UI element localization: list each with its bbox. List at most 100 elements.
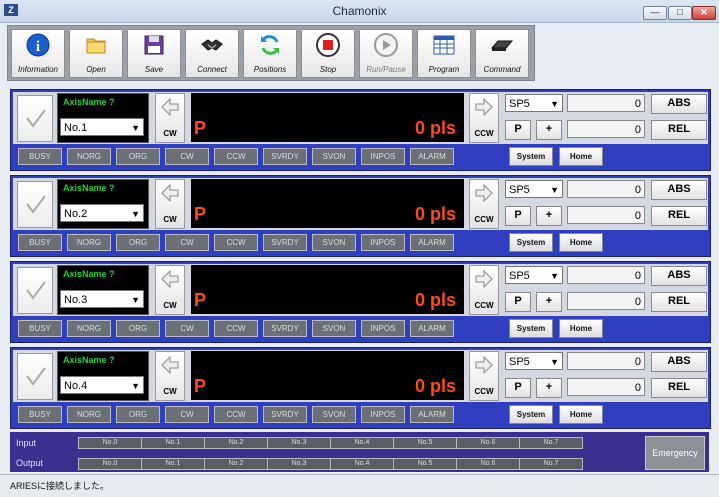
rel-value-field[interactable]: 0 [567, 378, 645, 396]
axis-select[interactable]: No.1 ▼ [60, 118, 144, 136]
status-flag: ORG [116, 406, 160, 423]
run-pause-label: Run/Pause [366, 65, 406, 74]
output-toggle[interactable]: No.0 [78, 458, 142, 470]
chevron-down-icon: ▼ [131, 123, 140, 133]
status-flag: CW [165, 406, 209, 423]
speed-select[interactable]: SP5 ▼ [505, 180, 563, 198]
svg-text:i: i [36, 39, 40, 55]
checkmark-icon [26, 367, 46, 386]
positions-button[interactable]: Positions [243, 29, 297, 78]
information-button[interactable]: i Information [11, 29, 65, 78]
p-button[interactable]: P [505, 292, 531, 312]
cw-button[interactable]: CW [155, 265, 185, 315]
axis-name-box: AxisName ? No.1 ▼ [57, 93, 149, 143]
axis-enable-checkbox[interactable] [17, 95, 53, 142]
chevron-down-icon: ▼ [550, 271, 559, 281]
axis-enable-checkbox[interactable] [17, 267, 53, 314]
axis-select[interactable]: No.3 ▼ [60, 290, 144, 308]
rel-button[interactable]: REL [651, 378, 707, 398]
speed-select[interactable]: SP5 ▼ [505, 266, 563, 284]
command-button[interactable]: Command [475, 29, 529, 78]
emergency-button[interactable]: Emergency [645, 436, 705, 470]
speed-value: SP5 [509, 184, 530, 196]
axis-select[interactable]: No.2 ▼ [60, 204, 144, 222]
output-toggle[interactable]: No.2 [204, 458, 268, 470]
stop-button[interactable]: Stop [301, 29, 355, 78]
arrow-right-icon [475, 184, 493, 202]
status-flag: BUSY [18, 320, 62, 337]
ccw-button[interactable]: CCW [469, 351, 499, 401]
axis-select[interactable]: No.4 ▼ [60, 376, 144, 394]
system-button[interactable]: System [509, 233, 553, 252]
output-toggle[interactable]: No.1 [141, 458, 205, 470]
rel-value-field[interactable]: 0 [567, 120, 645, 138]
abs-button[interactable]: ABS [651, 180, 707, 200]
rel-value-field[interactable]: 0 [567, 292, 645, 310]
system-button[interactable]: System [509, 405, 553, 424]
input-indicator: No.4 [330, 437, 394, 449]
io-panel: Input Output No.0 No.1 No.2 No.3 No.4 No.5 No.… [10, 432, 709, 472]
p-button[interactable]: P [505, 206, 531, 226]
abs-value-field[interactable]: 0 [567, 266, 645, 284]
plus-button[interactable]: + [536, 206, 562, 226]
speed-select[interactable]: SP5 ▼ [505, 94, 563, 112]
output-toggle[interactable]: No.4 [330, 458, 394, 470]
cw-button[interactable]: CW [155, 93, 185, 143]
status-flag: SVRDY [263, 148, 307, 165]
output-toggle[interactable]: No.5 [393, 458, 457, 470]
abs-value-field[interactable]: 0 [567, 352, 645, 370]
status-flag: CCW [214, 406, 258, 423]
rel-button[interactable]: REL [651, 292, 707, 312]
abs-button[interactable]: ABS [651, 266, 707, 286]
ccw-button[interactable]: CCW [469, 179, 499, 229]
system-button[interactable]: System [509, 147, 553, 166]
status-flag: INPOS [361, 406, 405, 423]
home-button[interactable]: Home [559, 233, 603, 252]
speed-select[interactable]: SP5 ▼ [505, 352, 563, 370]
rel-button[interactable]: REL [651, 120, 707, 140]
status-flag: ALARM [410, 406, 454, 423]
ccw-button[interactable]: CCW [469, 265, 499, 315]
axis-panel: AxisName ? No.4 ▼ CW P 0 pls CCW SP5 ▼ 0 A… [10, 347, 711, 429]
input-indicator: No.2 [204, 437, 268, 449]
ccw-button[interactable]: CCW [469, 93, 499, 143]
output-toggle[interactable]: No.3 [267, 458, 331, 470]
home-button[interactable]: Home [559, 147, 603, 166]
rel-button[interactable]: REL [651, 206, 707, 226]
p-button[interactable]: P [505, 378, 531, 398]
abs-value-field[interactable]: 0 [567, 180, 645, 198]
status-flag: ORG [116, 234, 160, 251]
cw-button[interactable]: CW [155, 351, 185, 401]
program-button[interactable]: Program [417, 29, 471, 78]
open-button[interactable]: Open [69, 29, 123, 78]
abs-button[interactable]: ABS [651, 94, 707, 114]
status-flag: NORG [67, 148, 111, 165]
information-label: Information [17, 65, 59, 74]
system-button[interactable]: System [509, 319, 553, 338]
cw-button[interactable]: CW [155, 179, 185, 229]
plus-button[interactable]: + [536, 292, 562, 312]
save-button[interactable]: Save [127, 29, 181, 78]
abs-button[interactable]: ABS [651, 352, 707, 372]
plus-button[interactable]: + [536, 120, 562, 140]
p-button[interactable]: P [505, 120, 531, 140]
close-button[interactable]: ✕ [692, 6, 716, 20]
connect-button[interactable]: Connect [185, 29, 239, 78]
plus-button[interactable]: + [536, 378, 562, 398]
handshake-icon [201, 39, 223, 51]
minimize-button[interactable]: — [643, 6, 667, 20]
connect-label: Connect [197, 65, 227, 74]
run-pause-button[interactable]: Run/Pause [359, 29, 413, 78]
axis-name: AxisName ? [63, 97, 115, 107]
arrow-right-icon [475, 356, 493, 374]
output-toggle[interactable]: No.6 [456, 458, 520, 470]
rel-value-field[interactable]: 0 [567, 206, 645, 224]
axis-enable-checkbox[interactable] [17, 353, 53, 400]
axis-enable-checkbox[interactable] [17, 181, 53, 228]
home-button[interactable]: Home [559, 405, 603, 424]
home-button[interactable]: Home [559, 319, 603, 338]
output-toggle[interactable]: No.7 [519, 458, 583, 470]
maximize-button[interactable]: □ [668, 6, 692, 20]
abs-value-field[interactable]: 0 [567, 94, 645, 112]
ccw-label: CCW [474, 129, 494, 138]
